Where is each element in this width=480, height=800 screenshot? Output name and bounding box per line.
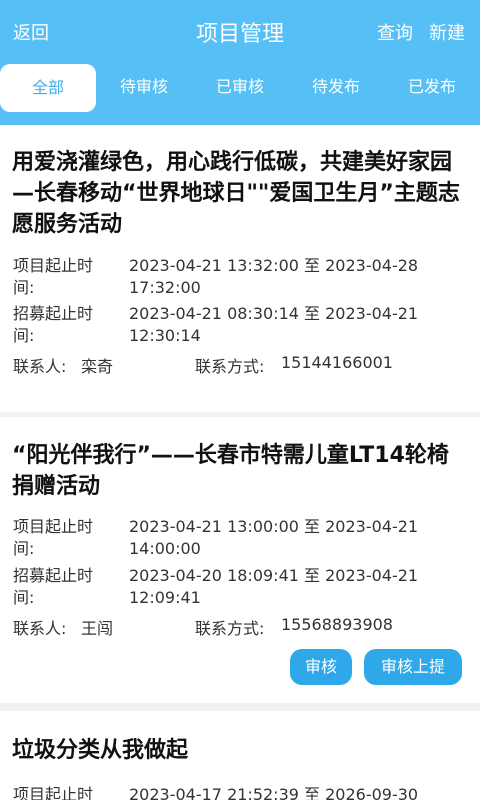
project-title: 用爱浇灌绿色，用心践行低碳，共建美好家园—长春移动“世界地球日""爱国卫生月”主… bbox=[12, 150, 460, 237]
phone-label: 联系方式: bbox=[195, 357, 265, 376]
project-time-value: 2023-04-21 13:32:00 至 2023-04-28 17:32:0… bbox=[129, 256, 419, 297]
phone-value: 15144166001 bbox=[281, 353, 393, 372]
status-tabs: 全部 待审核 已审核 待发布 已发布 bbox=[0, 62, 480, 114]
recruit-time-label: 招募起止时间: bbox=[13, 304, 94, 345]
project-title: “阳光伴我行”——长春市特需儿童LT14轮椅捐赠活动 bbox=[12, 443, 449, 499]
project-card[interactable]: “阳光伴我行”——长春市特需儿童LT14轮椅捐赠活动 项目起止时间: 2023-… bbox=[0, 417, 480, 703]
create-button[interactable]: 新建 bbox=[429, 19, 465, 45]
project-time-value: 2023-04-21 13:00:00 至 2023-04-21 14:00:0… bbox=[129, 517, 419, 558]
contact-label: 联系人: bbox=[13, 619, 67, 638]
back-button[interactable]: 返回 bbox=[13, 19, 49, 45]
tab-pending-review[interactable]: 待审核 bbox=[96, 62, 192, 112]
contact-value: 栾奇 bbox=[81, 357, 114, 376]
tab-reviewed[interactable]: 已审核 bbox=[192, 62, 288, 112]
contact-label: 联系人: bbox=[13, 357, 67, 376]
tab-pending-publish[interactable]: 待发布 bbox=[288, 62, 384, 112]
project-time-label: 项目起止时间: bbox=[13, 256, 94, 297]
project-card[interactable]: 垃圾分类从我做起 项目起止时间: 2023-04-17 21:52:39 至 2… bbox=[0, 711, 480, 800]
recruit-time-label: 招募起止时间: bbox=[13, 566, 94, 607]
project-time-label: 项目起止时间: bbox=[13, 785, 94, 800]
query-button[interactable]: 查询 bbox=[377, 19, 413, 45]
project-title: 垃圾分类从我做起 bbox=[12, 738, 189, 763]
phone-value: 15568893908 bbox=[281, 615, 393, 634]
project-time-value: 2023-04-17 21:52:39 至 2026-09-30 bbox=[129, 785, 419, 800]
nav-bar: 返回 项目管理 查询 新建 bbox=[0, 0, 480, 62]
project-list: 用爱浇灌绿色，用心践行低碳，共建美好家园—长春移动“世界地球日""爱国卫生月”主… bbox=[0, 125, 480, 800]
recruit-time-value: 2023-04-20 18:09:41 至 2023-04-21 12:09:4… bbox=[129, 566, 419, 607]
tab-published[interactable]: 已发布 bbox=[384, 62, 480, 112]
review-button[interactable]: 审核 bbox=[290, 649, 352, 685]
app-header: 返回 项目管理 查询 新建 全部 待审核 已审核 待发布 已发布 bbox=[0, 0, 480, 125]
project-card[interactable]: 用爱浇灌绿色，用心践行低碳，共建美好家园—长春移动“世界地球日""爱国卫生月”主… bbox=[0, 125, 480, 412]
recruit-time-value: 2023-04-21 08:30:14 至 2023-04-21 12:30:1… bbox=[129, 304, 419, 345]
phone-label: 联系方式: bbox=[195, 619, 265, 638]
contact-value: 王闯 bbox=[81, 619, 114, 638]
tab-all[interactable]: 全部 bbox=[0, 64, 96, 112]
submit-review-button[interactable]: 审核上提 bbox=[364, 649, 462, 685]
project-time-label: 项目起止时间: bbox=[13, 517, 94, 558]
